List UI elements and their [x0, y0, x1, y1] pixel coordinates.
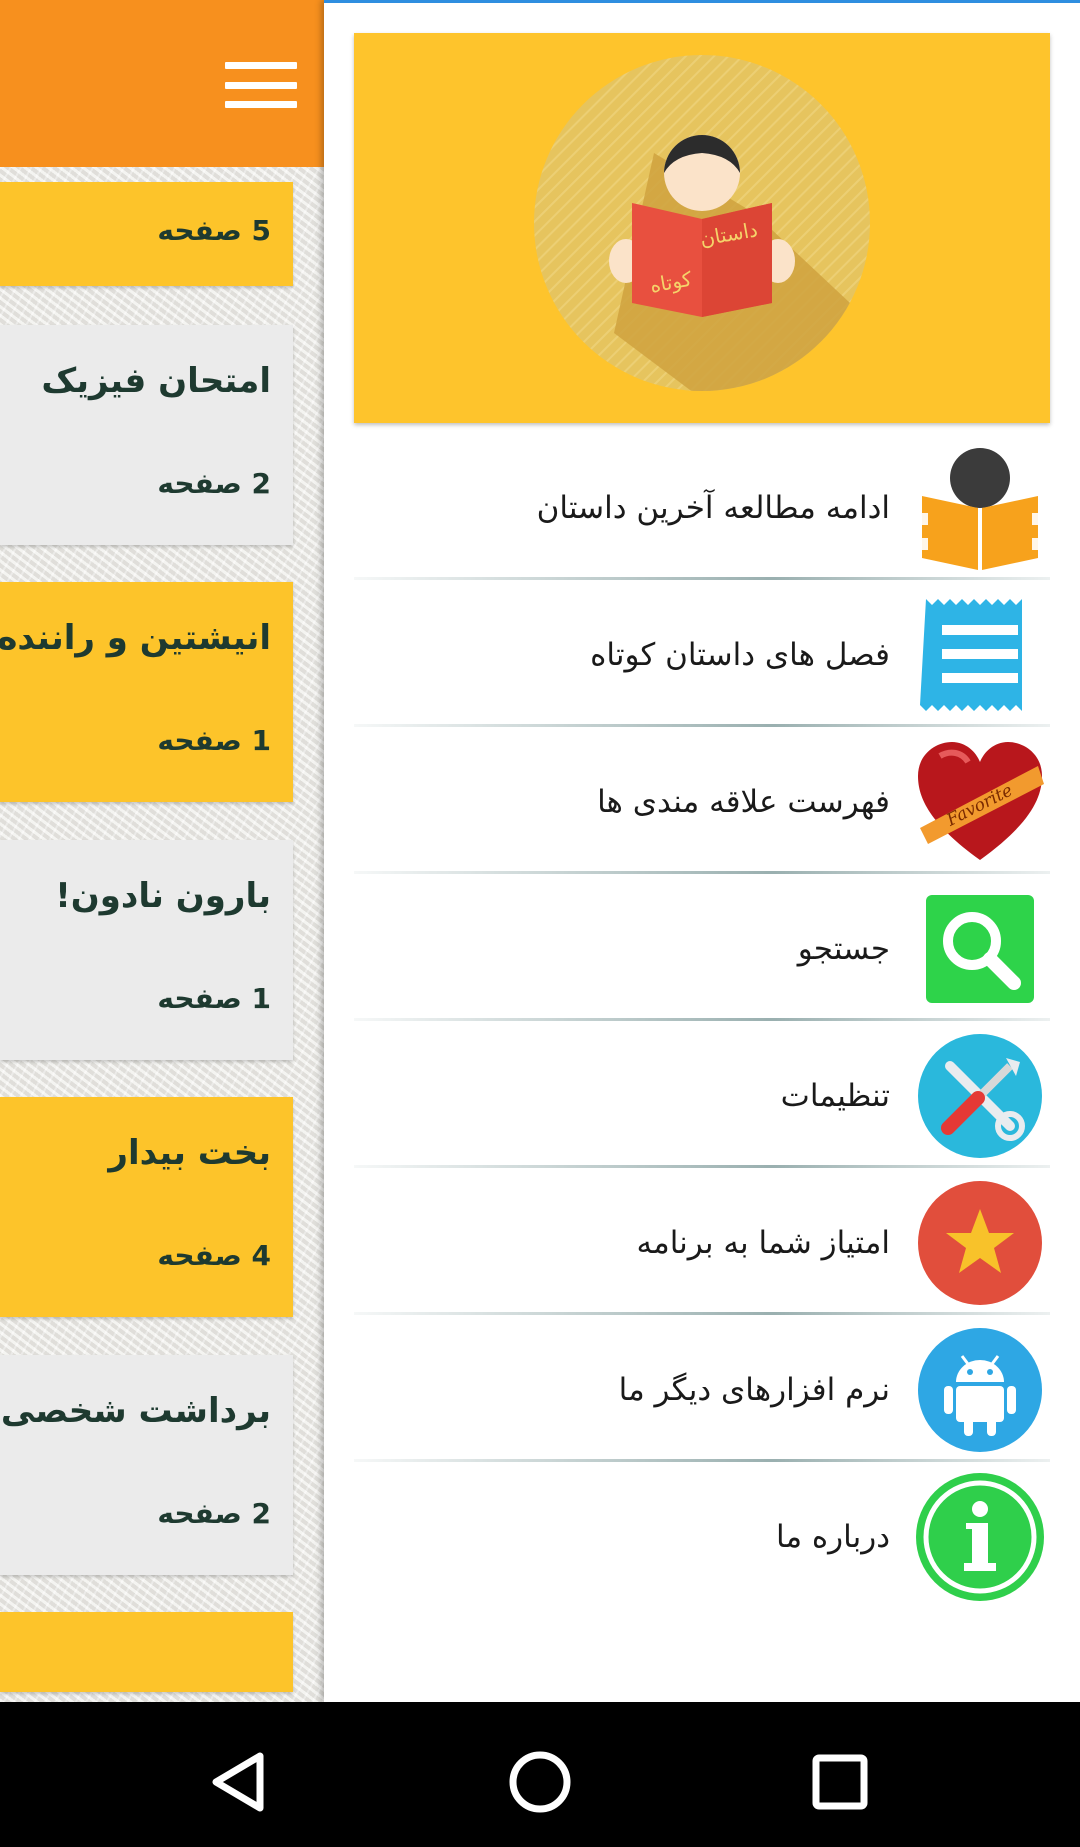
- menu-item-chapters[interactable]: فصل های داستان کوتاه: [354, 582, 1050, 728]
- story-card[interactable]: بارون نادون! 1 صفحه: [0, 840, 293, 1060]
- menu-item-label: ادامه مطالعه آخرین داستان: [536, 490, 890, 526]
- list-icon: [920, 599, 1022, 711]
- menu-item-label: فهرست علاقه مندی ها: [597, 784, 890, 820]
- story-card[interactable]: امتحان فیزیک 2 صفحه: [0, 325, 293, 545]
- short-story-logo-icon: داستان کوتاه: [534, 55, 870, 391]
- settings-tools-icon: [918, 1034, 1042, 1158]
- menu-item-other-apps[interactable]: نرم افزارهای دیگر ما: [354, 1317, 1050, 1463]
- menu-item-settings[interactable]: تنظیمات: [354, 1023, 1050, 1169]
- divider: [354, 1018, 1050, 1021]
- back-icon[interactable]: [200, 1742, 280, 1822]
- info-icon: [916, 1473, 1044, 1601]
- menu-item-favorites[interactable]: فهرست علاقه مندی ها Favorite: [354, 729, 1050, 875]
- story-pages: 4 صفحه: [157, 1239, 271, 1272]
- story-pages: 1 صفحه: [157, 982, 271, 1015]
- menu-item-about-us[interactable]: درباره ما: [354, 1464, 1050, 1610]
- story-list-background: 5 صفحه امتحان فیزیک 2 صفحه انیشتین و ران…: [0, 0, 324, 1702]
- story-title: بخت بیدار: [108, 1133, 271, 1173]
- story-card[interactable]: 5 صفحه: [0, 182, 293, 286]
- divider: [354, 577, 1050, 580]
- divider: [354, 871, 1050, 874]
- menu-item-label: امتیاز شما به برنامه: [636, 1225, 890, 1261]
- story-title: بارون نادون!: [55, 876, 271, 916]
- story-title: برداشت شخصی: [0, 1391, 271, 1431]
- story-card[interactable]: برداشت شخصی 2 صفحه: [0, 1355, 293, 1575]
- reader-book-icon: [914, 448, 1046, 570]
- hamburger-menu-icon[interactable]: [225, 62, 297, 108]
- star-icon: [918, 1181, 1042, 1305]
- home-icon[interactable]: [500, 1742, 580, 1822]
- story-pages: 5 صفحه: [157, 214, 271, 247]
- story-pages: 2 صفحه: [157, 467, 271, 500]
- story-title: انیشتین و راننده ا: [0, 618, 271, 658]
- menu-item-label: جستجو: [797, 931, 890, 967]
- menu-item-rate-app[interactable]: امتیاز شما به برنامه: [354, 1170, 1050, 1316]
- story-card[interactable]: [0, 1612, 293, 1692]
- story-card[interactable]: بخت بیدار 4 صفحه: [0, 1097, 293, 1317]
- recents-icon[interactable]: [800, 1742, 880, 1822]
- menu-item-label: نرم افزارهای دیگر ما: [618, 1372, 890, 1408]
- story-card[interactable]: انیشتین و راننده ا 1 صفحه: [0, 582, 293, 802]
- story-pages: 2 صفحه: [157, 1497, 271, 1530]
- divider: [354, 724, 1050, 727]
- favorite-heart-icon: Favorite: [918, 742, 1044, 860]
- app-bar: [0, 0, 324, 167]
- drawer-header: داستان کوتاه: [354, 33, 1050, 423]
- divider: [354, 1165, 1050, 1168]
- android-icon: [918, 1328, 1042, 1452]
- menu-item-search[interactable]: جستجو: [354, 876, 1050, 1022]
- story-title: امتحان فیزیک: [41, 361, 271, 401]
- search-icon: [926, 895, 1034, 1003]
- navigation-drawer: داستان کوتاه ادامه مطالعه آخرین داستان ف…: [324, 0, 1080, 1702]
- divider: [354, 1312, 1050, 1315]
- story-pages: 1 صفحه: [157, 724, 271, 757]
- menu-item-label: درباره ما: [776, 1519, 890, 1555]
- menu-item-label: تنظیمات: [780, 1078, 890, 1114]
- divider: [354, 1459, 1050, 1462]
- menu-item-label: فصل های داستان کوتاه: [590, 637, 890, 673]
- system-navigation-bar: [0, 1702, 1080, 1847]
- menu-item-continue-reading[interactable]: ادامه مطالعه آخرین داستان: [354, 435, 1050, 581]
